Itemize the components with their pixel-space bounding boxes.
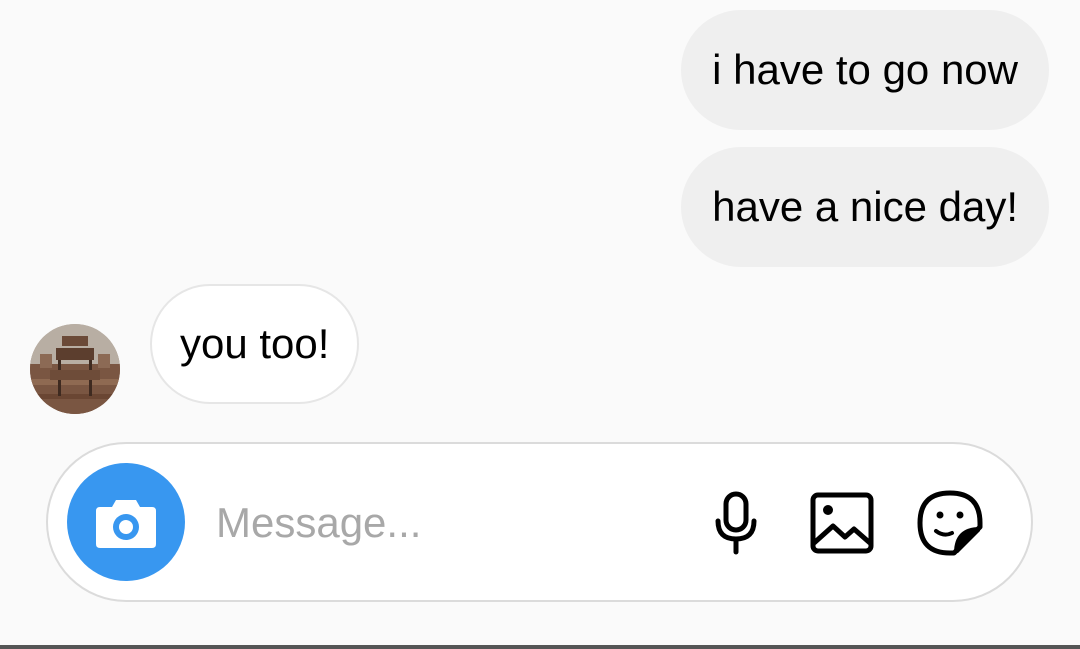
gallery-button[interactable]	[807, 488, 877, 558]
avatar[interactable]	[30, 324, 120, 414]
outgoing-message[interactable]: i have to go now	[681, 10, 1049, 130]
message-thread: i have to go now have a nice day! you to…	[0, 0, 1080, 430]
message-input[interactable]	[216, 488, 656, 558]
outgoing-message[interactable]: have a nice day!	[681, 147, 1049, 267]
incoming-message[interactable]: you too!	[150, 284, 360, 404]
camera-button[interactable]	[67, 463, 185, 581]
gallery-icon	[810, 492, 874, 554]
sticker-icon	[917, 490, 983, 556]
voice-message-button[interactable]	[701, 488, 771, 558]
message-composer	[46, 442, 1033, 602]
sticker-button[interactable]	[915, 488, 985, 558]
bottom-divider	[0, 645, 1080, 649]
avatar-image	[30, 324, 120, 414]
camera-icon	[96, 500, 156, 548]
microphone-icon	[715, 491, 757, 555]
